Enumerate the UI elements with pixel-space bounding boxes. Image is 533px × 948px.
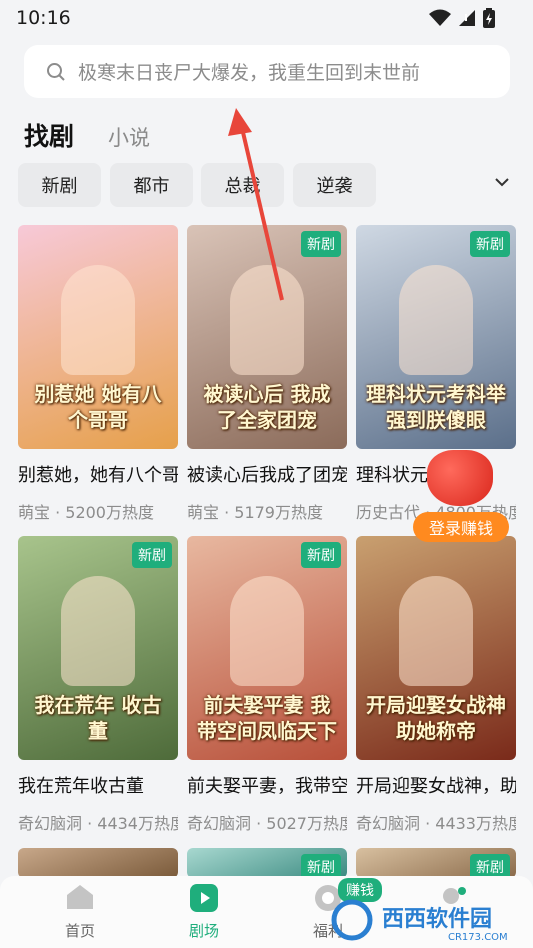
poster-image[interactable]: 新剧 被读心后 我成了全家团宠 (187, 225, 347, 449)
drama-card[interactable]: 别惹她 她有八个哥哥 别惹她，她有八个哥哥 萌宝 · 5200万热度 (18, 225, 178, 523)
wifi-icon (429, 9, 451, 26)
chip-ceo[interactable]: 总裁 (201, 163, 284, 207)
login-reward-floating[interactable]: 登录赚钱 (413, 450, 513, 542)
card-meta: 奇幻脑洞 · 4434万热度 (18, 814, 178, 833)
poster-title: 别惹她 她有八个哥哥 (34, 382, 162, 432)
new-badge: 新剧 (301, 542, 341, 568)
poster-figure (230, 265, 304, 375)
poster-title: 被读心后 我成了全家团宠 (203, 382, 331, 432)
tab-find-drama[interactable]: 找剧 (24, 117, 74, 153)
drama-card[interactable]: 新剧 我在荒年 收古董 我在荒年收古董 奇幻脑洞 · 4434万热度 (18, 536, 178, 834)
new-badge: 新剧 (132, 542, 172, 568)
chip-new[interactable]: 新剧 (18, 163, 101, 207)
drama-card[interactable]: 新剧 (356, 848, 516, 878)
poster-image[interactable]: 别惹她 她有八个哥哥 (18, 225, 178, 449)
poster-image[interactable]: 新剧 理科状元考科举 强到朕傻眼 (356, 225, 516, 449)
search-placeholder: 极寒末日丧尸大爆发，我重生回到末世前 (78, 62, 421, 84)
card-title[interactable]: 前夫娶平妻，我带空间凤临天下 (187, 772, 347, 798)
battery-icon (483, 8, 495, 28)
status-icons (429, 8, 495, 28)
card-title[interactable]: 别惹她，她有八个哥哥 (18, 461, 178, 487)
poster-figure (61, 576, 135, 686)
poster-title: 前夫娶平妻 我带空间凤临天下 (197, 693, 337, 743)
poster-figure (230, 576, 304, 686)
poster-figure (61, 265, 135, 375)
home-icon (67, 885, 93, 909)
login-reward-label[interactable]: 登录赚钱 (413, 512, 509, 542)
watermark-sub: CR173.COM (448, 932, 508, 943)
search-icon (47, 62, 65, 81)
tab-novel[interactable]: 小说 (108, 122, 150, 152)
card-title[interactable]: 我在荒年收古董 (18, 772, 178, 798)
poster-image[interactable]: 新剧 (187, 848, 347, 878)
card-meta: 奇幻脑洞 · 5027万热度 (187, 814, 347, 833)
drama-card[interactable]: 新剧 前夫娶平妻 我带空间凤临天下 前夫娶平妻，我带空间凤临天下 奇幻脑洞 · … (187, 536, 347, 834)
chevron-down-icon[interactable] (494, 176, 510, 188)
poster-image[interactable]: 开局迎娶女战神 助她称帝 (356, 536, 516, 760)
status-bar: 10:16 (0, 0, 533, 36)
status-time: 10:16 (16, 7, 71, 29)
poster-image[interactable]: 新剧 (356, 848, 516, 878)
nav-home-label: 首页 (64, 922, 95, 940)
drama-card[interactable]: 新剧 (187, 848, 347, 878)
poster-image[interactable]: 新剧 我在荒年 收古董 (18, 536, 178, 760)
play-icon (190, 884, 218, 912)
drama-card[interactable]: 开局迎娶女战神 助她称帝 开局迎娶女战神，助她称帝 奇幻脑洞 · 4433万热度 (356, 536, 516, 834)
signal-icon (459, 10, 475, 26)
poster-image[interactable]: 新剧 前夫娶平妻 我带空间凤临天下 (187, 536, 347, 760)
poster-figure (399, 265, 473, 375)
search-input[interactable]: 极寒末日丧尸大爆发，我重生回到末世前 (24, 45, 510, 98)
new-badge: 新剧 (470, 854, 510, 878)
watermark-text: 西西软件园 (382, 906, 492, 932)
site-watermark: 西西软件园 CR173.COM (330, 896, 530, 944)
drama-card[interactable] (18, 848, 178, 878)
poster-title: 我在荒年 收古董 (34, 693, 162, 743)
nav-theater-label: 剧场 (188, 922, 219, 940)
new-badge: 新剧 (470, 231, 510, 257)
card-meta: 奇幻脑洞 · 4433万热度 (356, 814, 516, 833)
card-meta: 萌宝 · 5179万热度 (187, 503, 323, 522)
card-title[interactable]: 被读心后我成了团宠 (187, 461, 347, 487)
card-meta: 萌宝 · 5200万热度 (18, 503, 154, 522)
new-badge: 新剧 (301, 854, 341, 878)
new-badge: 新剧 (301, 231, 341, 257)
poster-title: 开局迎娶女战神 助她称帝 (366, 693, 506, 743)
poster-title: 理科状元考科举 强到朕傻眼 (366, 382, 506, 432)
drama-card[interactable]: 新剧 被读心后 我成了全家团宠 被读心后我成了团宠 萌宝 · 5179万热度 (187, 225, 347, 523)
chip-comeback[interactable]: 逆袭 (293, 163, 376, 207)
poster-figure (399, 576, 473, 686)
red-envelope-icon (427, 450, 493, 506)
card-title[interactable]: 开局迎娶女战神，助她称帝 (356, 772, 516, 798)
poster-image[interactable] (18, 848, 178, 878)
chip-city[interactable]: 都市 (110, 163, 193, 207)
